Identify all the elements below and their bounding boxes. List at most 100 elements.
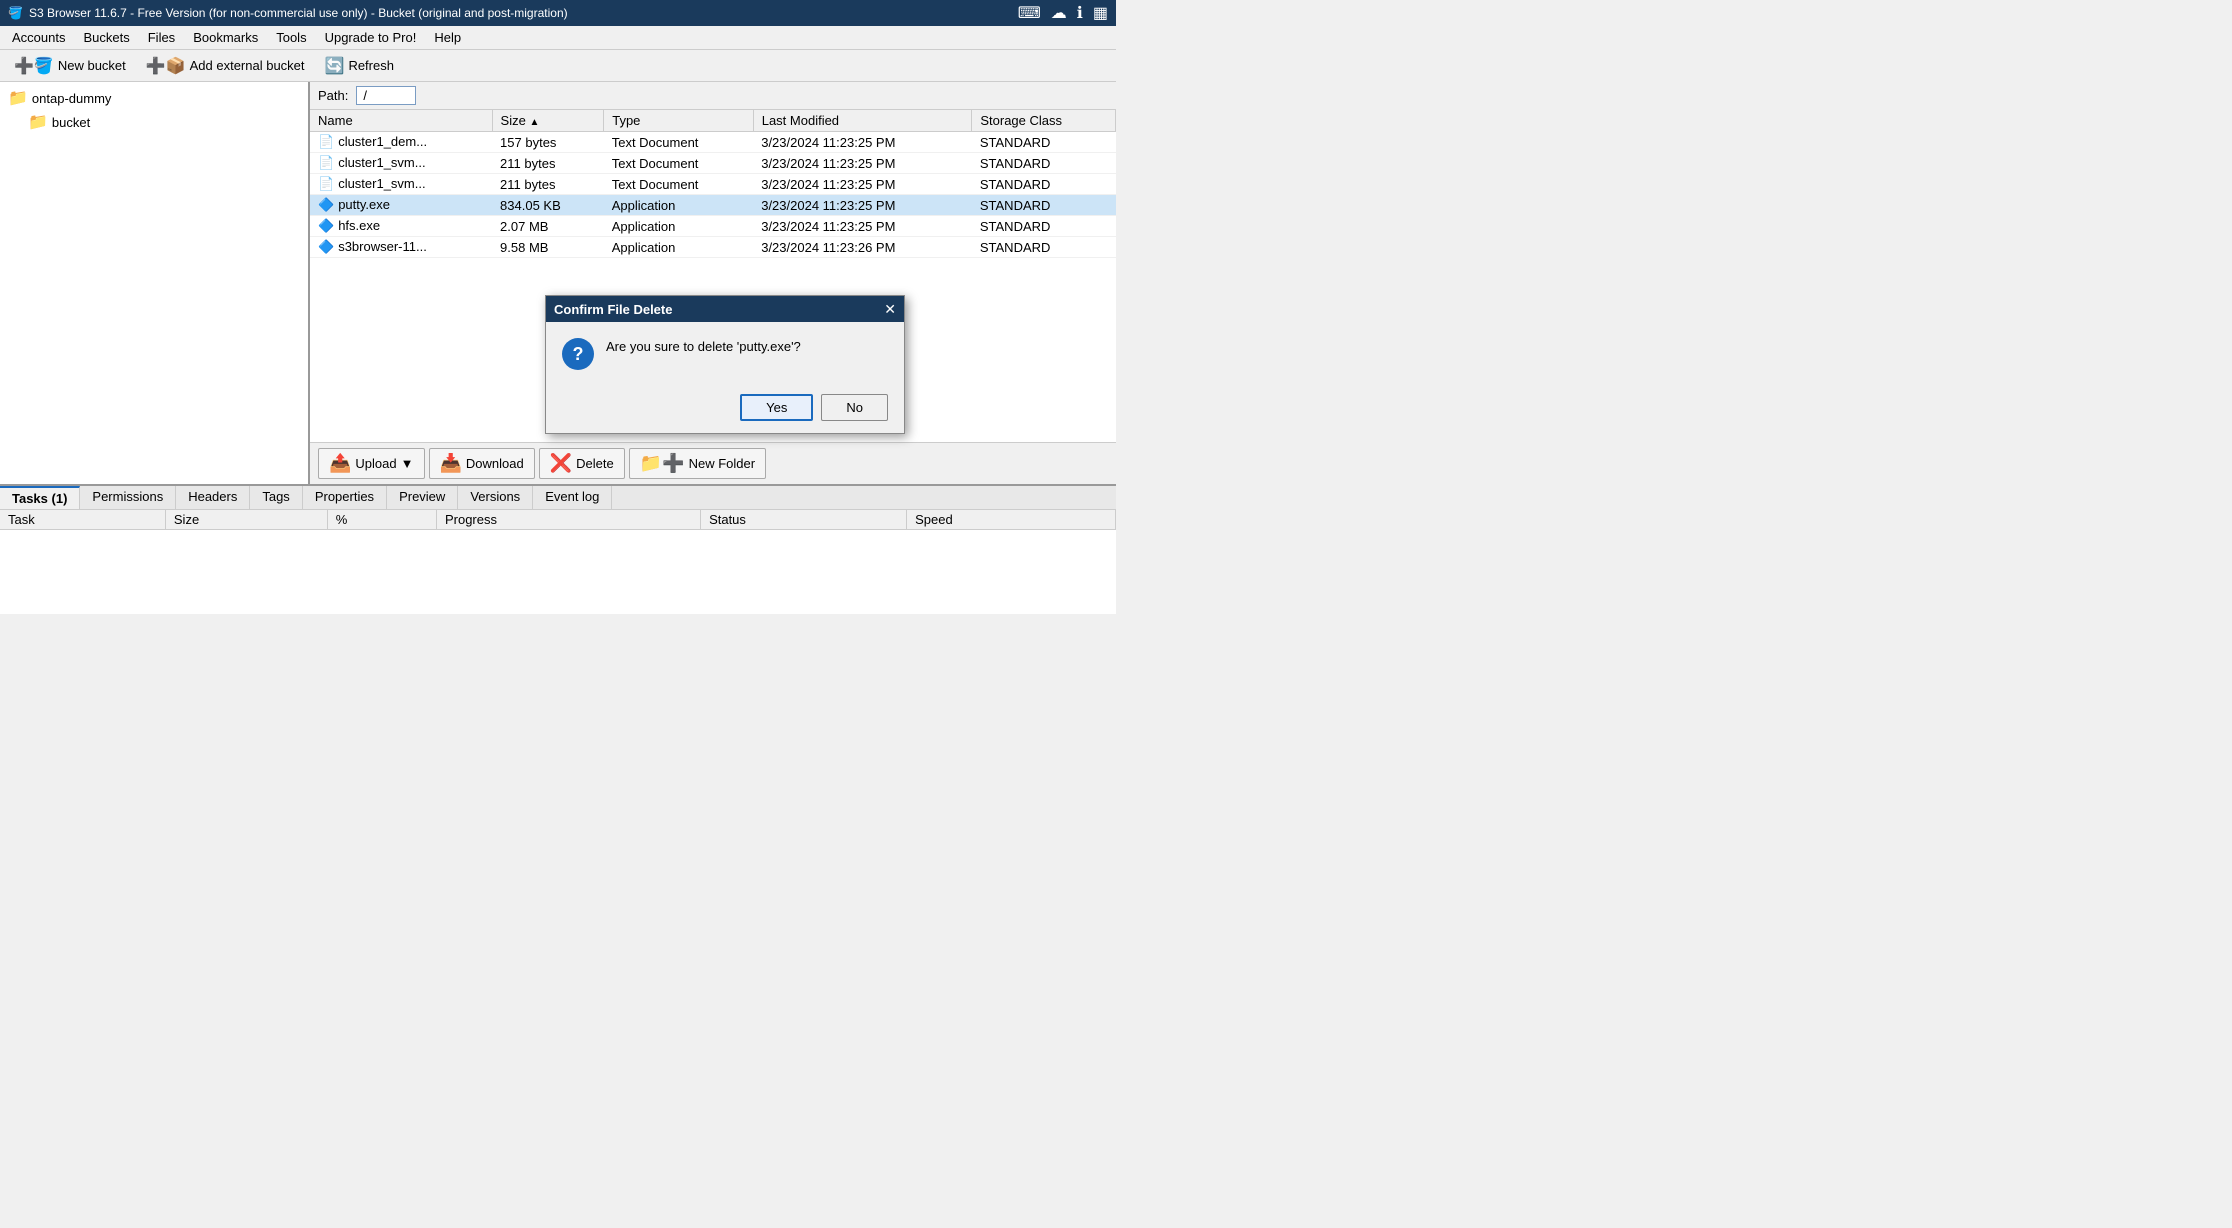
new-bucket-button[interactable]: ➕🪣 New bucket [6, 54, 134, 78]
new-folder-icon: 📁➕ [640, 453, 685, 474]
tab-permissions[interactable]: Permissions [80, 486, 176, 509]
tasks-content: Task Size % Progress Status Speed [0, 510, 1116, 614]
table-row[interactable]: 🔷hfs.exe 2.07 MB Application 3/23/2024 1… [310, 216, 1116, 237]
col-storage-class[interactable]: Storage Class [972, 110, 1116, 132]
file-size-cell: 9.58 MB [492, 237, 604, 258]
menu-tools[interactable]: Tools [268, 28, 314, 47]
add-external-bucket-button[interactable]: ➕📦 Add external bucket [138, 54, 313, 78]
tab-event-log[interactable]: Event log [533, 486, 612, 509]
tabs-bar: Tasks (1) Permissions Headers Tags Prope… [0, 486, 1116, 510]
table-row[interactable]: 📄cluster1_dem... 157 bytes Text Document… [310, 132, 1116, 153]
file-type-cell: Application [604, 237, 754, 258]
dialog-no-button[interactable]: No [821, 394, 888, 421]
menu-buckets[interactable]: Buckets [75, 28, 137, 47]
file-type-cell: Application [604, 216, 754, 237]
dialog-title: Confirm File Delete [554, 302, 672, 317]
table-row[interactable]: 📄cluster1_svm... 211 bytes Text Document… [310, 174, 1116, 195]
file-size-cell: 211 bytes [492, 153, 604, 174]
dialog-buttons: Yes No [546, 386, 904, 433]
download-icon: 📥 [440, 453, 462, 474]
menu-bookmarks[interactable]: Bookmarks [185, 28, 266, 47]
title-bar-left: 🪣 S3 Browser 11.6.7 - Free Version (for … [8, 6, 568, 20]
file-type-cell: Application [604, 195, 754, 216]
menu-accounts[interactable]: Accounts [4, 28, 73, 47]
tasks-col-status[interactable]: Status [701, 510, 907, 530]
folder-icon: 📁 [8, 88, 28, 108]
path-bar: Path: [310, 82, 1116, 110]
tasks-table: Task Size % Progress Status Speed [0, 510, 1116, 530]
toolbar: ➕🪣 New bucket ➕📦 Add external bucket 🔄 R… [0, 50, 1116, 82]
tab-preview[interactable]: Preview [387, 486, 458, 509]
tab-properties[interactable]: Properties [303, 486, 387, 509]
menu-bar: Accounts Buckets Files Bookmarks Tools U… [0, 26, 1116, 50]
confirm-delete-dialog: Confirm File Delete ✕ ? Are you sure to … [545, 295, 905, 434]
tab-headers[interactable]: Headers [176, 486, 250, 509]
col-name[interactable]: Name [310, 110, 492, 132]
dialog-message: Are you sure to delete 'putty.exe'? [606, 338, 801, 356]
title-bar-icons: ⌨ ☁ ℹ ▦ [1018, 3, 1108, 23]
tasks-panel: Tasks (1) Permissions Headers Tags Prope… [0, 484, 1116, 614]
file-storage-class-cell: STANDARD [972, 153, 1116, 174]
question-icon: ? [562, 338, 594, 370]
col-type[interactable]: Type [604, 110, 754, 132]
file-storage-class-cell: STANDARD [972, 195, 1116, 216]
upload-button[interactable]: 📤 Upload ▼ [318, 448, 425, 479]
path-input[interactable] [356, 86, 416, 105]
file-size-cell: 157 bytes [492, 132, 604, 153]
table-row[interactable]: 🔷s3browser-11... 9.58 MB Application 3/2… [310, 237, 1116, 258]
tasks-col-speed[interactable]: Speed [907, 510, 1116, 530]
refresh-icon: 🔄 [325, 56, 345, 76]
file-type-icon: 🔷 [318, 197, 334, 212]
files-table: Name Size ▲ Type Last Modified Storage C… [310, 110, 1116, 258]
tree-item-ontap-dummy[interactable]: 📁 ontap-dummy [4, 86, 304, 110]
cloud-icon[interactable]: ☁ [1051, 3, 1067, 23]
barcode-icon[interactable]: ▦ [1093, 3, 1108, 23]
add-external-icon: ➕📦 [146, 56, 186, 76]
menu-upgrade[interactable]: Upgrade to Pro! [317, 28, 425, 47]
file-modified-cell: 3/23/2024 11:23:25 PM [753, 174, 972, 195]
file-size-cell: 2.07 MB [492, 216, 604, 237]
menu-files[interactable]: Files [140, 28, 183, 47]
tab-versions[interactable]: Versions [458, 486, 533, 509]
new-bucket-icon: ➕🪣 [14, 56, 54, 76]
file-modified-cell: 3/23/2024 11:23:25 PM [753, 153, 972, 174]
tab-tags[interactable]: Tags [250, 486, 302, 509]
refresh-button[interactable]: 🔄 Refresh [317, 54, 402, 78]
delete-button[interactable]: ❌ Delete [539, 448, 625, 479]
download-button[interactable]: 📥 Download [429, 448, 535, 479]
folder-icon: 📁 [28, 112, 48, 132]
upload-dropdown-arrow[interactable]: ▼ [401, 456, 414, 471]
file-name-cell: 🔷s3browser-11... [310, 237, 492, 258]
col-last-modified[interactable]: Last Modified [753, 110, 972, 132]
file-name-cell: 🔷putty.exe [310, 195, 492, 216]
tasks-col-progress[interactable]: Progress [436, 510, 700, 530]
tasks-col-size[interactable]: Size [165, 510, 327, 530]
file-storage-class-cell: STANDARD [972, 216, 1116, 237]
file-type-icon: 📄 [318, 155, 334, 170]
keyboard-icon[interactable]: ⌨ [1018, 3, 1041, 23]
tasks-col-task[interactable]: Task [0, 510, 165, 530]
info-icon[interactable]: ℹ [1077, 3, 1083, 23]
table-row[interactable]: 🔷putty.exe 834.05 KB Application 3/23/20… [310, 195, 1116, 216]
path-label: Path: [318, 88, 348, 103]
dialog-titlebar: Confirm File Delete ✕ [546, 296, 904, 322]
file-name-cell: 🔷hfs.exe [310, 216, 492, 237]
tree-item-label: ontap-dummy [32, 91, 111, 106]
menu-help[interactable]: Help [426, 28, 469, 47]
tree-item-bucket[interactable]: 📁 bucket [24, 110, 304, 134]
tab-tasks[interactable]: Tasks (1) [0, 486, 80, 509]
upload-icon: 📤 [329, 453, 351, 474]
tree-pane: 📁 ontap-dummy 📁 bucket [0, 82, 310, 484]
col-size[interactable]: Size ▲ [492, 110, 604, 132]
tasks-col-percent[interactable]: % [327, 510, 436, 530]
file-size-cell: 834.05 KB [492, 195, 604, 216]
file-type-icon: 🔷 [318, 239, 334, 254]
new-folder-button[interactable]: 📁➕ New Folder [629, 448, 766, 479]
file-type-cell: Text Document [604, 132, 754, 153]
dialog-yes-button[interactable]: Yes [740, 394, 813, 421]
tree-children: 📁 bucket [4, 110, 304, 134]
tree-item-label: bucket [52, 115, 90, 130]
table-row[interactable]: 📄cluster1_svm... 211 bytes Text Document… [310, 153, 1116, 174]
file-modified-cell: 3/23/2024 11:23:25 PM [753, 195, 972, 216]
dialog-close-button[interactable]: ✕ [884, 301, 896, 318]
